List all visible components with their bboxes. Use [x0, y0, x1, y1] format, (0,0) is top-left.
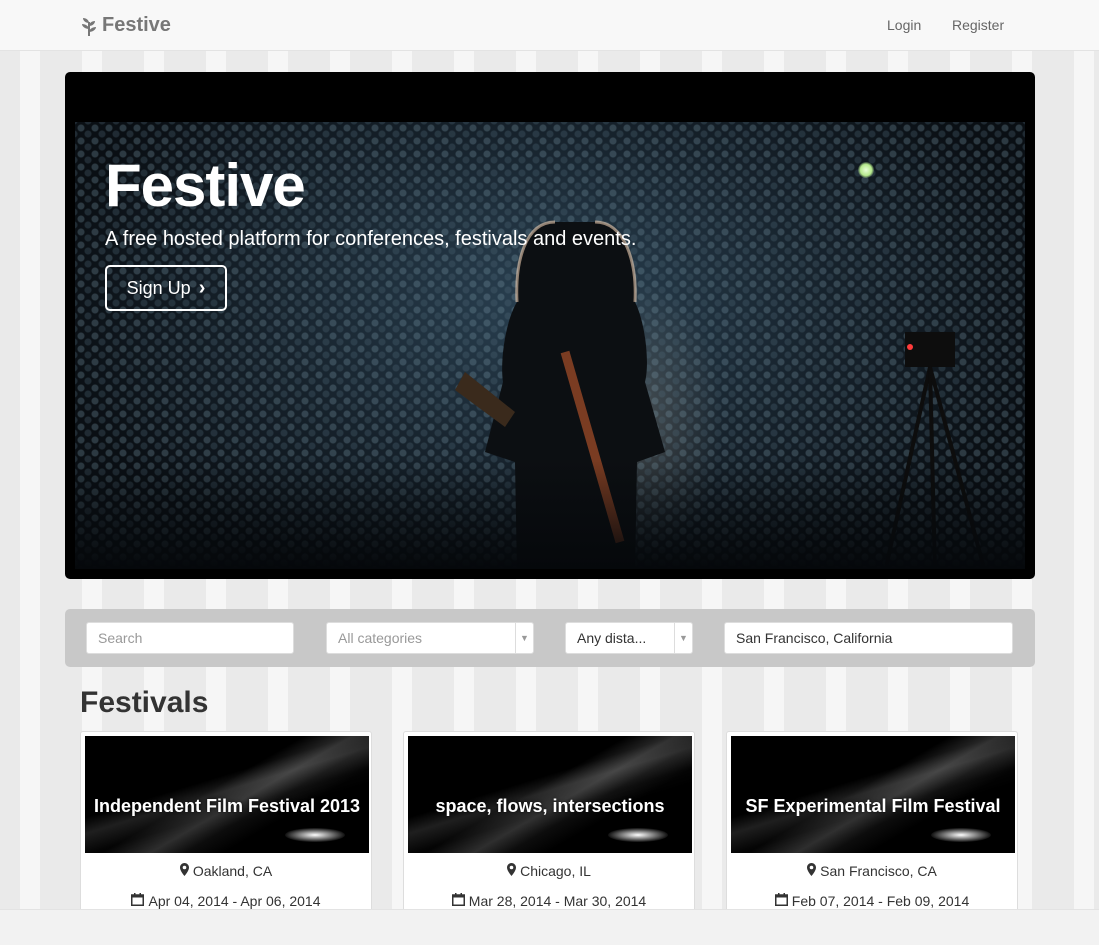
- login-link[interactable]: Login: [887, 17, 921, 33]
- caret-down-icon: ▼: [674, 623, 692, 653]
- brand-logo[interactable]: Festive: [80, 14, 171, 37]
- category-select[interactable]: All categories ▼: [326, 622, 534, 654]
- filter-bar: All categories ▼ Any dista... ▼: [65, 609, 1035, 667]
- distance-select-value: Any dista...: [577, 630, 647, 646]
- calendar-icon: [451, 893, 465, 909]
- sign-up-button[interactable]: Sign Up ›: [105, 265, 227, 311]
- festival-card-image: Independent Film Festival 2013: [85, 736, 369, 853]
- stage-light: [858, 162, 874, 178]
- hero-floor-shade: [75, 459, 1025, 569]
- top-navbar: Festive Login Register: [0, 0, 1099, 51]
- hero-subtitle: A free hosted platform for conferences, …: [105, 228, 637, 250]
- projector-flare: [608, 828, 668, 842]
- calendar-icon: [131, 893, 145, 909]
- festival-card-dates-text: Feb 07, 2014 - Feb 09, 2014: [791, 893, 970, 909]
- sign-up-label: Sign Up: [126, 277, 191, 298]
- distance-select[interactable]: Any dista... ▼: [565, 622, 693, 654]
- chevron-right-icon: ›: [198, 276, 206, 299]
- map-marker-icon: [507, 863, 517, 879]
- calendar-icon: [774, 893, 788, 909]
- festival-card-dates-text: Apr 04, 2014 - Apr 06, 2014: [148, 893, 321, 909]
- festival-card-title[interactable]: space, flows, intersections: [408, 796, 692, 816]
- hero-image-concert: Festive A free hosted platform for confe…: [75, 122, 1025, 569]
- projector-flare: [931, 828, 991, 842]
- location-input[interactable]: [724, 622, 1013, 654]
- festival-card-title[interactable]: Independent Film Festival 2013: [85, 796, 369, 816]
- festival-card[interactable]: SF Experimental Film Festival San Franci…: [726, 731, 1018, 921]
- festival-card-location-text: San Francisco, CA: [820, 863, 937, 879]
- map-marker-icon: [807, 863, 817, 879]
- festival-card-location-text: Chicago, IL: [520, 863, 591, 879]
- festival-card-image: SF Experimental Film Festival: [731, 736, 1015, 853]
- festival-card-title[interactable]: SF Experimental Film Festival: [731, 796, 1015, 816]
- festival-card-location-text: Oakland, CA: [192, 863, 273, 879]
- festival-card-location: Oakland, CA: [81, 863, 371, 879]
- category-select-value: All categories: [338, 630, 423, 646]
- caret-down-icon: ▼: [515, 623, 533, 653]
- festival-card-dates: Apr 04, 2014 - Apr 06, 2014: [81, 893, 371, 909]
- hero-banner: Festive A free hosted platform for confe…: [65, 72, 1035, 579]
- brand-name: Festive: [102, 14, 171, 36]
- search-input[interactable]: [86, 622, 294, 654]
- map-marker-icon: [179, 863, 189, 879]
- leaf-icon: [82, 17, 96, 36]
- festival-card-location: Chicago, IL: [404, 863, 694, 879]
- festival-card[interactable]: Independent Film Festival 2013 Oakland, …: [80, 731, 372, 921]
- projector-flare: [285, 828, 345, 842]
- festival-card-image: space, flows, intersections: [408, 736, 692, 853]
- bottom-band: [0, 909, 1099, 945]
- hero-title: Festive: [105, 152, 306, 219]
- section-title-festivals: Festivals: [80, 686, 209, 719]
- festival-card[interactable]: space, flows, intersections Chicago, IL …: [403, 731, 695, 921]
- festival-card-location: San Francisco, CA: [727, 863, 1017, 879]
- register-link[interactable]: Register: [952, 17, 1004, 33]
- festival-card-dates: Mar 28, 2014 - Mar 30, 2014: [404, 893, 694, 909]
- festival-card-dates: Feb 07, 2014 - Feb 09, 2014: [727, 893, 1017, 909]
- festival-card-dates-text: Mar 28, 2014 - Mar 30, 2014: [468, 893, 647, 909]
